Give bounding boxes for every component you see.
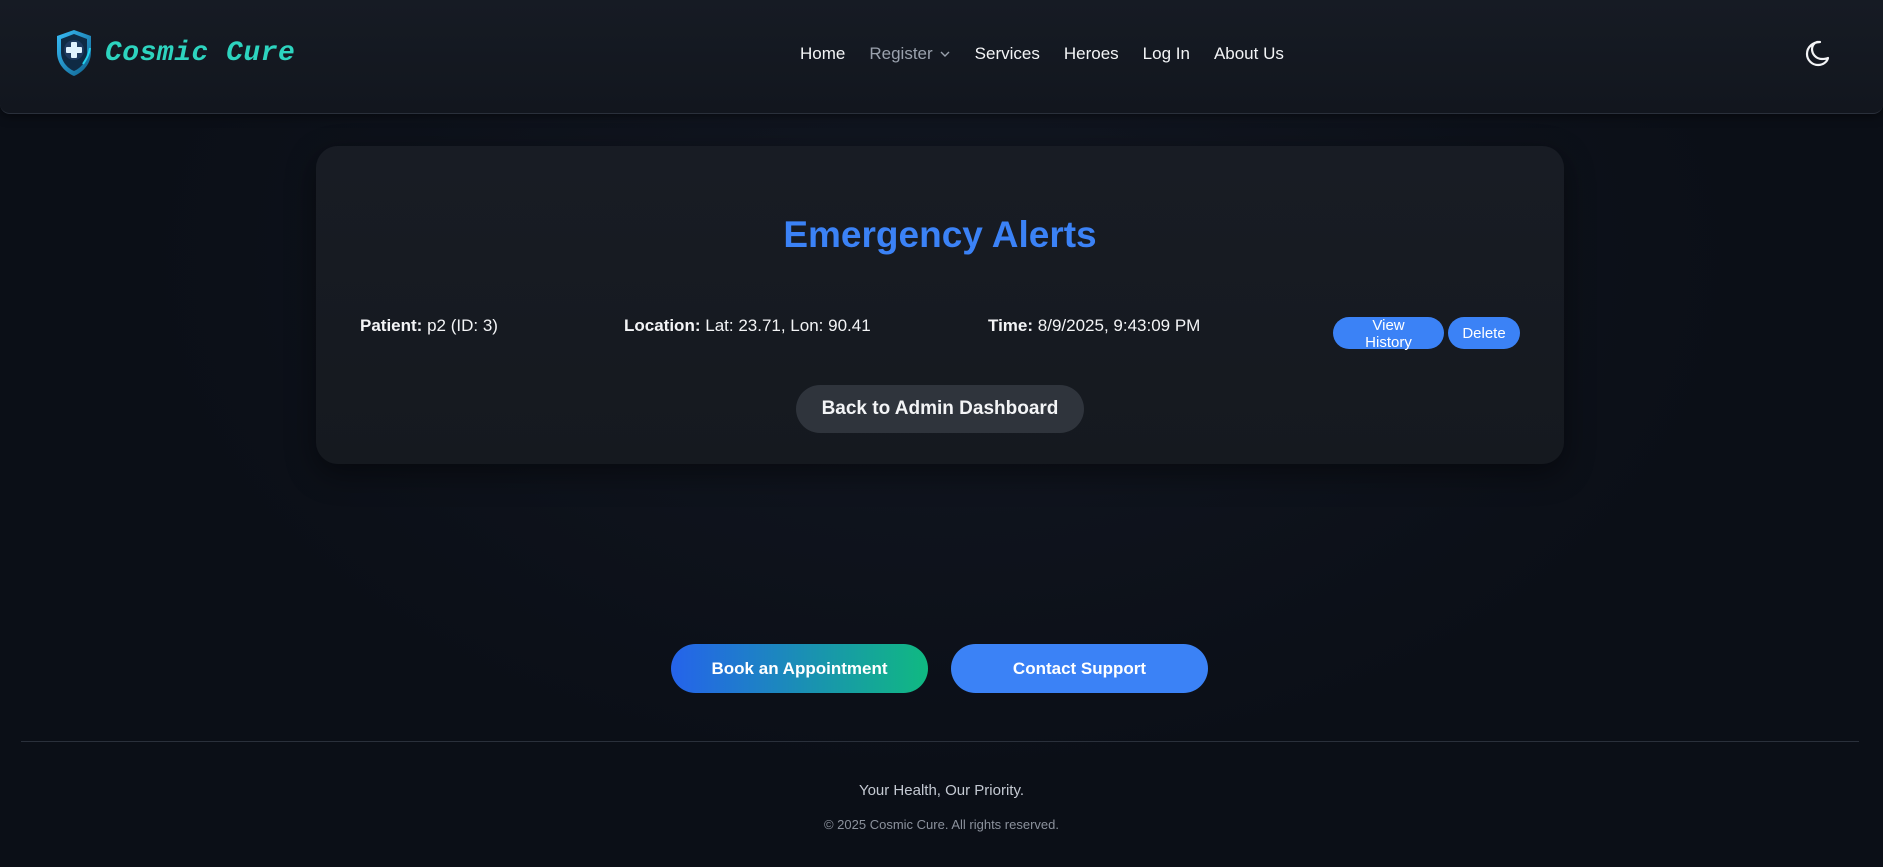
brand-logo[interactable]: Cosmic Cure	[53, 28, 295, 78]
alert-location: Location: Lat: 23.71, Lon: 90.41	[624, 316, 871, 336]
book-appointment-button[interactable]: Book an Appointment	[671, 644, 928, 693]
view-history-button[interactable]: View History	[1333, 317, 1444, 351]
main-nav: Home Register Services Heroes Log In Abo…	[800, 44, 1308, 64]
emergency-alerts-card: Emergency Alerts Patient: p2 (ID: 3) Loc…	[316, 146, 1564, 464]
patient-label: Patient:	[360, 316, 423, 335]
patient-value: p2 (ID: 3)	[427, 316, 498, 335]
back-to-dashboard-button[interactable]: Back to Admin Dashboard	[796, 385, 1084, 433]
alert-patient: Patient: p2 (ID: 3)	[360, 316, 498, 336]
nav-register-label: Register	[869, 44, 933, 63]
nav-services[interactable]: Services	[975, 44, 1040, 64]
nav-login[interactable]: Log In	[1143, 44, 1190, 64]
time-value: 8/9/2025, 9:43:09 PM	[1037, 316, 1201, 335]
nav-register[interactable]: Register	[869, 44, 950, 64]
moon-icon[interactable]	[1802, 38, 1832, 68]
footer-tagline: Your Health, Our Priority.	[858, 782, 1025, 799]
contact-support-button[interactable]: Contact Support	[951, 644, 1208, 693]
brand-name: Cosmic Cure	[105, 37, 296, 69]
footer-divider	[21, 741, 1859, 742]
nav-heroes[interactable]: Heroes	[1064, 44, 1119, 64]
navbar: Cosmic Cure Home Register Services Heroe…	[0, 0, 1883, 114]
page-title: Emergency Alerts	[783, 214, 1097, 255]
time-label: Time:	[988, 316, 1034, 335]
location-value: Lat: 23.71, Lon: 90.41	[705, 316, 871, 335]
delete-button[interactable]: Delete	[1448, 317, 1520, 349]
nav-about-us[interactable]: About Us	[1214, 44, 1284, 64]
alert-time: Time: 8/9/2025, 9:43:09 PM	[988, 316, 1200, 336]
footer-copyright: © 2025 Cosmic Cure. All rights reserved.	[823, 817, 1059, 832]
shield-cross-icon	[57, 30, 91, 76]
location-label: Location:	[624, 316, 701, 335]
chevron-down-icon	[940, 51, 950, 57]
nav-home[interactable]: Home	[800, 44, 845, 64]
